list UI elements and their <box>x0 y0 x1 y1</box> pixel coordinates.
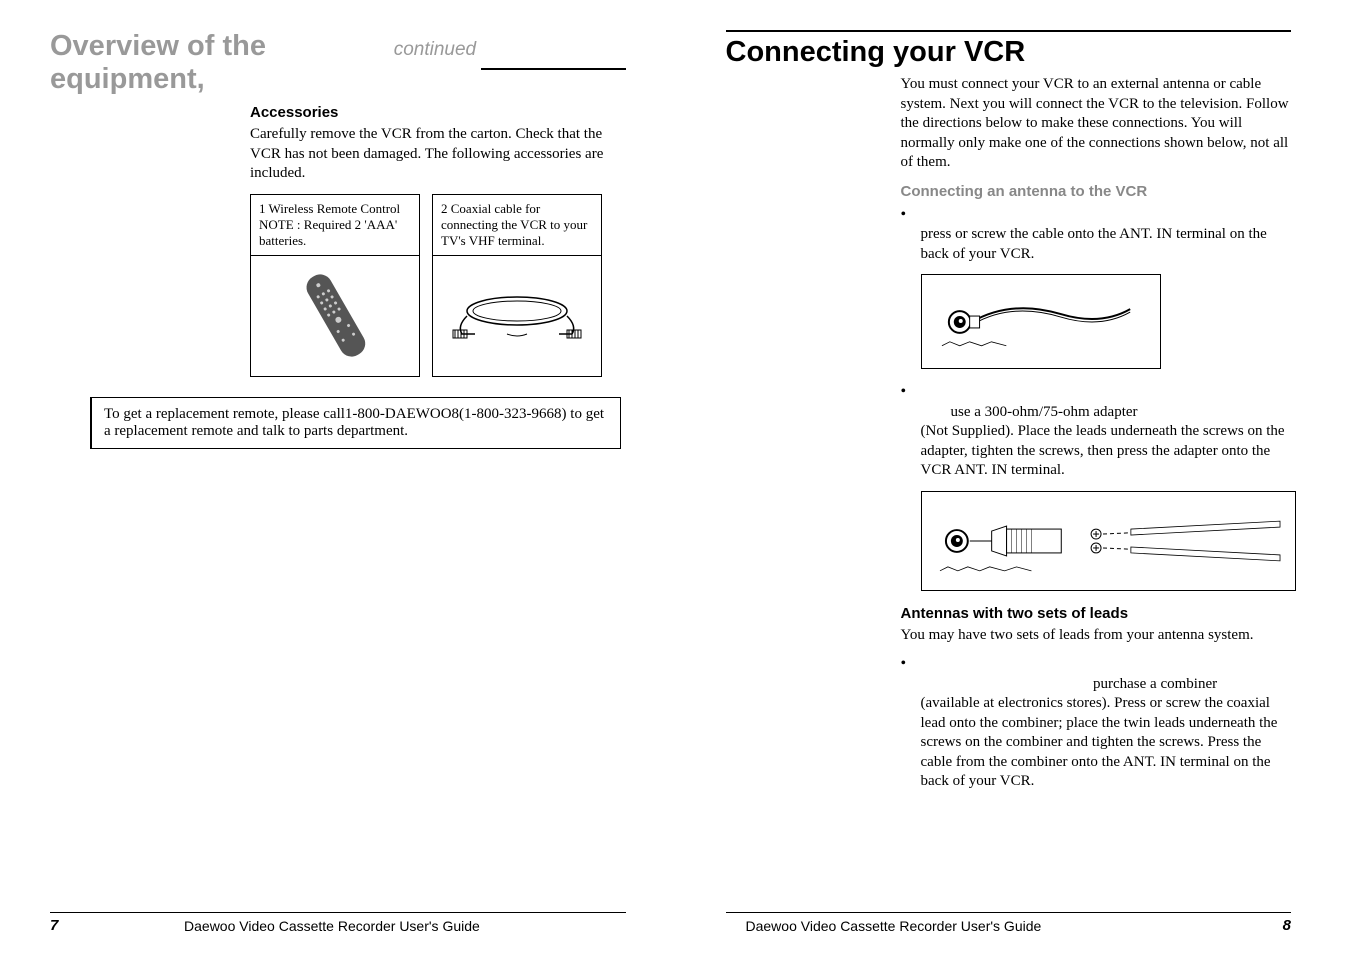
accessory-box-label: 1 Wireless Remote Control NOTE : Require… <box>251 195 419 256</box>
footer-guide-text: Daewoo Video Cassette Recorder User's Gu… <box>746 918 1042 934</box>
accessories-heading: Accessories <box>250 104 626 121</box>
footer: Daewoo Video Cassette Recorder User's Gu… <box>726 912 1292 934</box>
terminal-diagram-icon <box>932 284 1150 359</box>
bullet-icon: • <box>901 206 921 265</box>
bullet-text: press or screw the cable onto the ANT. I… <box>921 206 1292 265</box>
bullet-twin-lead: • use a 300-ohm/75-ohm adapter (Not Supp… <box>901 383 1292 481</box>
accessories-intro: Carefully remove the VCR from the carton… <box>250 125 626 184</box>
page-number: 8 <box>1283 917 1291 934</box>
adapter-diagram-icon <box>932 501 1285 581</box>
coaxial-cable-illustration <box>433 256 601 376</box>
adapter-illustration <box>921 491 1296 591</box>
page-7: Overview of the equipment, continued Acc… <box>0 0 676 954</box>
two-leads-intro: You may have two sets of leads from your… <box>901 626 1292 646</box>
title-rule-top <box>726 30 1292 32</box>
bullet-icon: • <box>901 383 921 481</box>
replacement-note: To get a replacement remote, please call… <box>90 397 621 449</box>
coaxial-terminal-illustration <box>921 274 1161 369</box>
page-title: Overview of the equipment, <box>50 30 392 96</box>
bullet-text: purchase a combiner (available at electr… <box>921 655 1292 792</box>
bullet-icon: • <box>901 655 921 792</box>
bullet-coaxial: • press or screw the cable onto the ANT.… <box>901 206 1292 265</box>
title-row: Overview of the equipment, continued <box>50 30 626 96</box>
footer-guide-text: Daewoo Video Cassette Recorder User's Gu… <box>184 918 480 934</box>
content-column: Accessories Carefully remove the VCR fro… <box>250 104 626 397</box>
title-continued: continued <box>394 39 476 61</box>
page-number: 7 <box>50 917 58 934</box>
content-column: You must connect your VCR to an external… <box>901 75 1292 798</box>
accessory-boxes: 1 Wireless Remote Control NOTE : Require… <box>250 194 626 377</box>
page-title: Connecting your VCR <box>726 36 1026 68</box>
accessory-box-cable: 2 Coaxial cable for connecting the VCR t… <box>432 194 602 377</box>
accessory-box-remote: 1 Wireless Remote Control NOTE : Require… <box>250 194 420 377</box>
remote-icon <box>295 266 375 366</box>
cable-icon <box>447 286 587 346</box>
remote-control-illustration <box>251 256 419 376</box>
accessory-box-label: 2 Coaxial cable for connecting the VCR t… <box>433 195 601 256</box>
connecting-antenna-heading: Connecting an antenna to the VCR <box>901 183 1292 200</box>
title-rule <box>481 68 625 70</box>
bullet-text: use a 300-ohm/75-ohm adapter (Not Suppli… <box>921 383 1292 481</box>
intro-text: You must connect your VCR to an external… <box>901 75 1292 173</box>
bullet-combiner: • purchase a combiner (available at elec… <box>901 655 1292 792</box>
footer: 7 Daewoo Video Cassette Recorder User's … <box>50 912 626 934</box>
two-leads-heading: Antennas with two sets of leads <box>901 605 1292 622</box>
page-8: Connecting your VCR You must connect you… <box>676 0 1351 954</box>
